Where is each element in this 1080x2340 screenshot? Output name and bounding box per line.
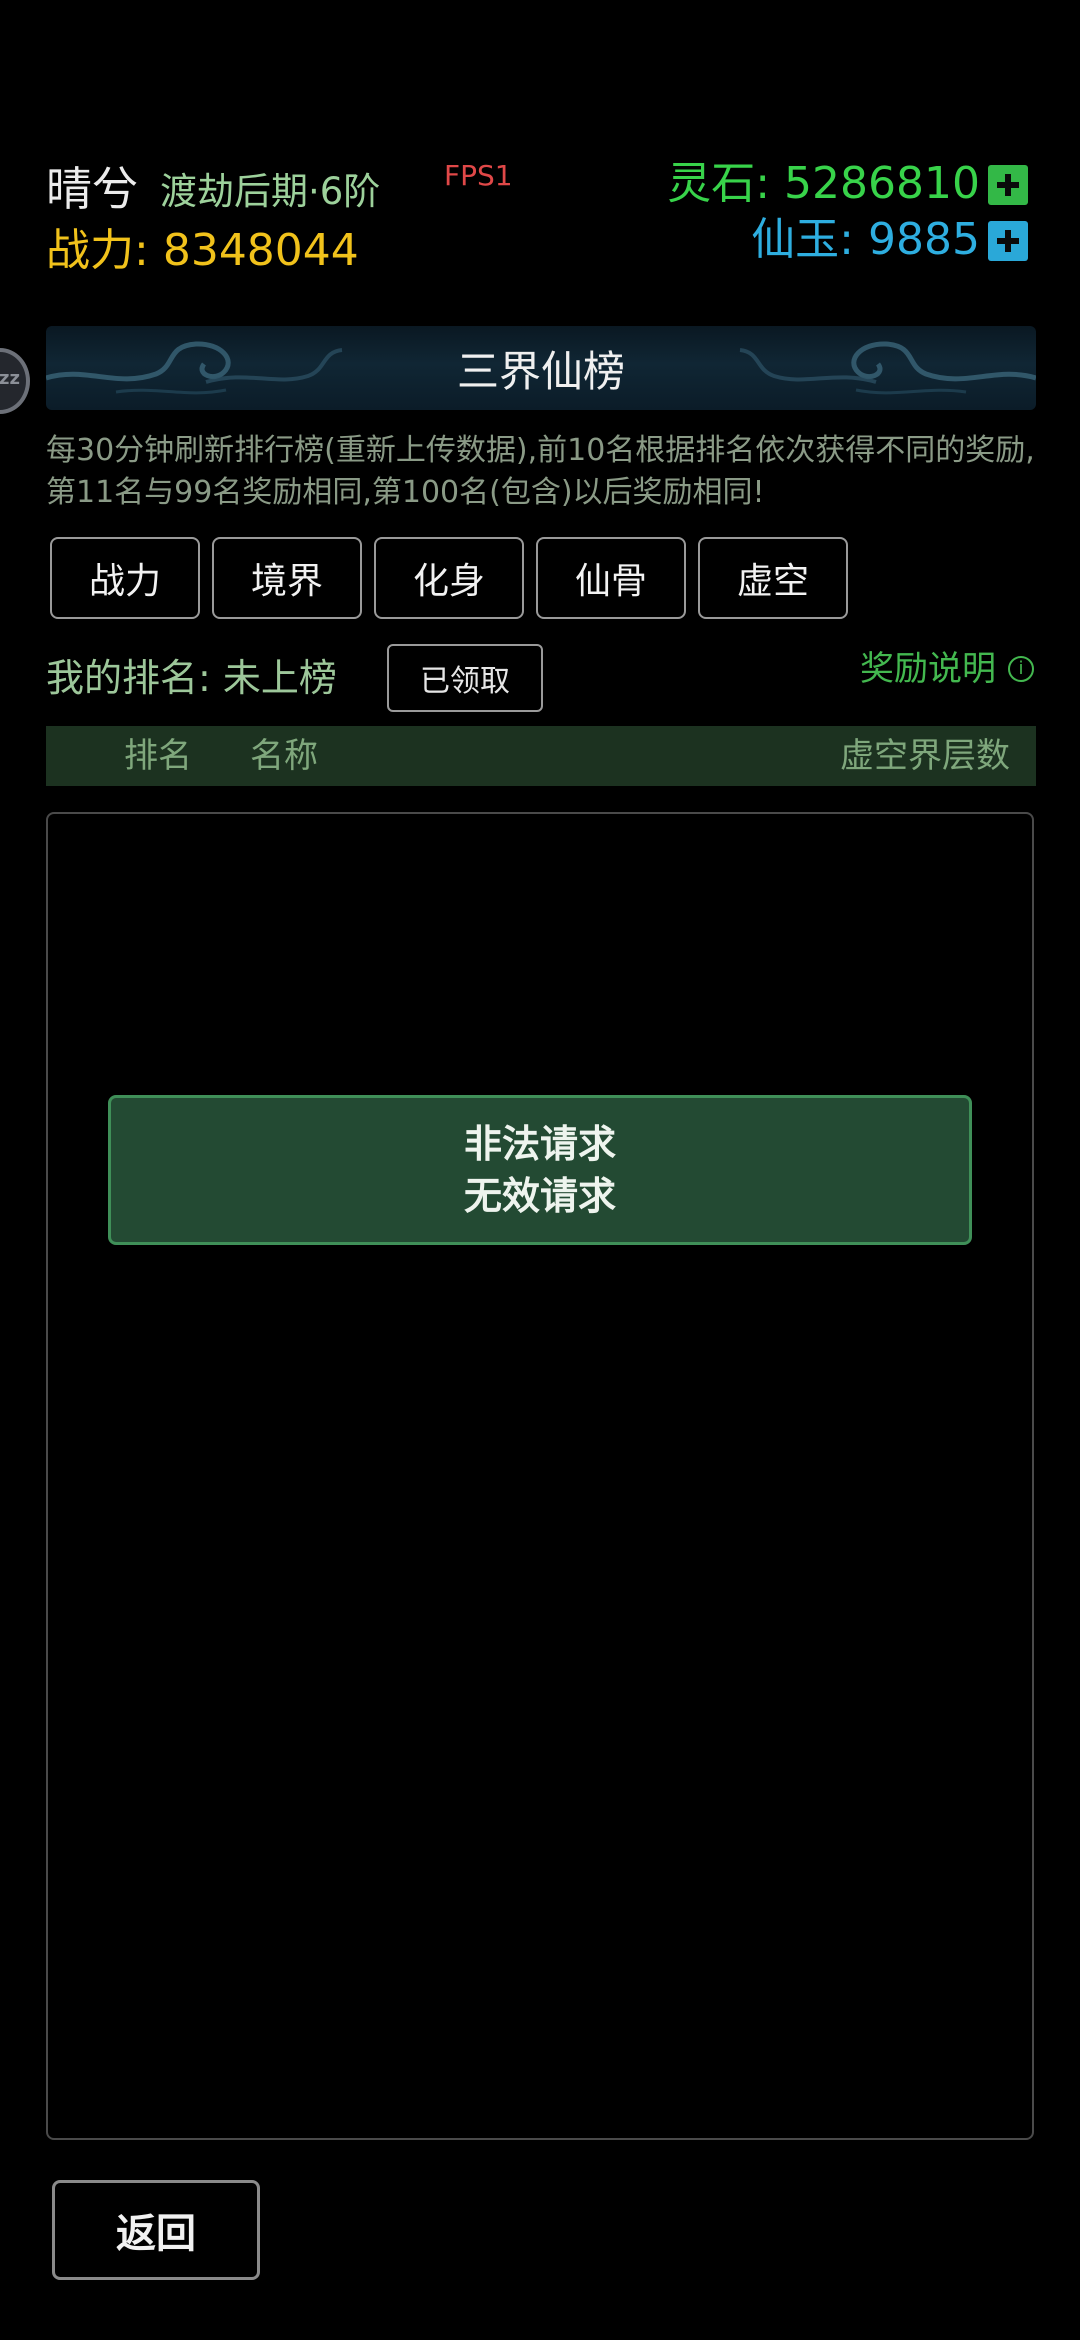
page-title: 三界仙榜 [456, 346, 625, 396]
error-toast-line2: 无效请求 [463, 1174, 616, 1218]
tab-immortal-bone[interactable]: 仙骨 [536, 537, 686, 619]
spirit-stone-value: 5286810 [784, 158, 980, 209]
plus-icon [997, 230, 1019, 252]
reward-info-link[interactable]: 奖励说明 i [860, 640, 1034, 698]
my-rank-label: 我的排名: [46, 656, 211, 700]
my-rank-value: 未上榜 [222, 656, 337, 700]
immortal-jade-value: 9885 [868, 214, 980, 265]
info-icon: i [1008, 656, 1034, 682]
leaderboard-table-header: 排名 名称 虚空界层数 [46, 726, 1036, 786]
column-header-rank: 排名 [124, 736, 192, 776]
plus-icon [997, 174, 1019, 196]
my-rank: 我的排名: 未上榜 [46, 648, 337, 708]
leaderboard-banner: 三界仙榜 [46, 326, 1036, 410]
tab-realm[interactable]: 境界 [212, 537, 362, 619]
column-header-name: 名称 [250, 736, 318, 776]
floating-assistant-button[interactable]: zz [0, 348, 30, 414]
immortal-jade-currency: 仙玉: 9885 [751, 212, 980, 268]
spirit-stone-label: 灵石: [667, 158, 771, 209]
reward-info-label: 奖励说明 [860, 649, 996, 689]
realm-level: 渡劫后期·6阶 [160, 170, 381, 213]
column-header-void-layers: 虚空界层数 [840, 736, 1010, 776]
tab-avatar[interactable]: 化身 [374, 537, 524, 619]
leaderboard-list[interactable] [46, 812, 1034, 2140]
combat-power: 战力: 8348044 [46, 222, 359, 280]
immortal-jade-label: 仙玉: [751, 214, 855, 265]
player-name: 晴兮 [46, 162, 138, 216]
error-toast: 非法请求 无效请求 [108, 1095, 972, 1245]
tab-void[interactable]: 虚空 [698, 537, 848, 619]
fps-counter: FPS1 [444, 159, 513, 192]
spirit-stone-currency: 灵石: 5286810 [667, 156, 980, 212]
error-toast-line1: 非法请求 [463, 1122, 616, 1166]
add-spirit-stone-button[interactable] [988, 165, 1028, 205]
combat-power-value: 8348044 [162, 225, 359, 276]
back-button[interactable]: 返回 [52, 2180, 260, 2280]
combat-power-label: 战力: [46, 225, 149, 276]
tab-combat-power[interactable]: 战力 [50, 537, 200, 619]
claimed-reward-button[interactable]: 已领取 [387, 644, 543, 712]
refresh-rules-text: 每30分钟刷新排行榜(重新上传数据),前10名根据排名依次获得不同的奖励,第11… [46, 433, 1035, 510]
ranking-tabs: 战力 境界 化身 仙骨 虚空 [50, 537, 848, 619]
add-immortal-jade-button[interactable] [988, 221, 1028, 261]
floating-assistant-label: zz [0, 368, 20, 389]
